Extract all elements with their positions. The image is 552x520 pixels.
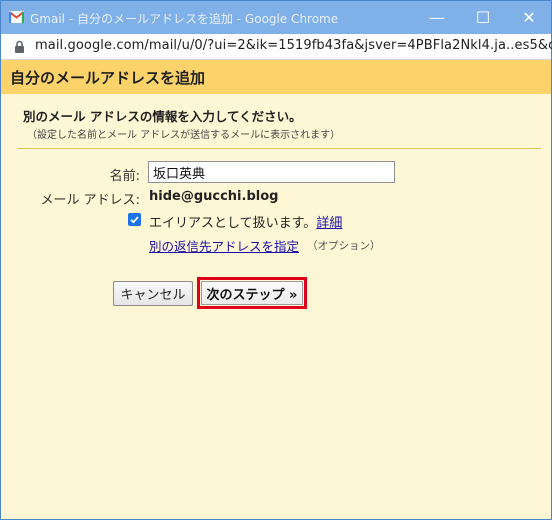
info-subtitle: （設定した名前とメール アドレスが送信するメールに表示されます） bbox=[27, 130, 341, 141]
alias-checkbox[interactable] bbox=[128, 213, 141, 226]
dialog-header: 自分のメールアドレスを追加 bbox=[1, 60, 551, 94]
name-input[interactable] bbox=[148, 161, 395, 183]
name-label: 名前: bbox=[109, 169, 140, 184]
minimize-icon: — bbox=[429, 8, 445, 27]
cancel-button[interactable]: キャンセル bbox=[113, 281, 193, 306]
email-value: hide@gucchi.blog bbox=[149, 189, 279, 204]
alias-label-text: エイリアスとして扱います。 bbox=[149, 216, 317, 231]
url-text: mail.google.com/mail/u/0/?ui=2&ik=1519fb… bbox=[35, 38, 552, 53]
divider bbox=[17, 148, 541, 149]
dialog-title: 自分のメールアドレスを追加 bbox=[10, 69, 206, 87]
checkmark-icon bbox=[130, 216, 139, 224]
info-title: 別のメール アドレスの情報を入力してください。 bbox=[23, 109, 302, 124]
gmail-logo-icon bbox=[9, 11, 24, 23]
window-title: Gmail - 自分のメールアドレスを追加 - Google Chrome bbox=[30, 12, 339, 26]
reply-to-optional: （オプション） bbox=[307, 240, 381, 252]
maximize-icon: ☐ bbox=[475, 8, 491, 27]
details-link[interactable]: 詳細 bbox=[316, 216, 342, 231]
next-step-button[interactable]: 次のステップ » bbox=[201, 281, 303, 305]
close-icon: ✕ bbox=[522, 8, 536, 27]
title-bar: Gmail - 自分のメールアドレスを追加 - Google Chrome — … bbox=[1, 1, 551, 34]
alias-label: エイリアスとして扱います。詳細 bbox=[149, 212, 342, 231]
next-step-highlight: 次のステップ » bbox=[197, 277, 307, 309]
address-bar[interactable]: mail.google.com/mail/u/0/?ui=2&ik=1519fb… bbox=[1, 34, 552, 60]
maximize-button[interactable]: ☐ bbox=[460, 1, 506, 34]
popup-window: Gmail - 自分のメールアドレスを追加 - Google Chrome — … bbox=[0, 0, 552, 520]
email-label: メール アドレス: bbox=[40, 193, 140, 208]
lock-icon bbox=[15, 40, 24, 53]
close-button[interactable]: ✕ bbox=[506, 1, 552, 34]
minimize-button[interactable]: — bbox=[414, 1, 460, 34]
reply-to-link[interactable]: 別の返信先アドレスを指定 bbox=[149, 236, 299, 255]
